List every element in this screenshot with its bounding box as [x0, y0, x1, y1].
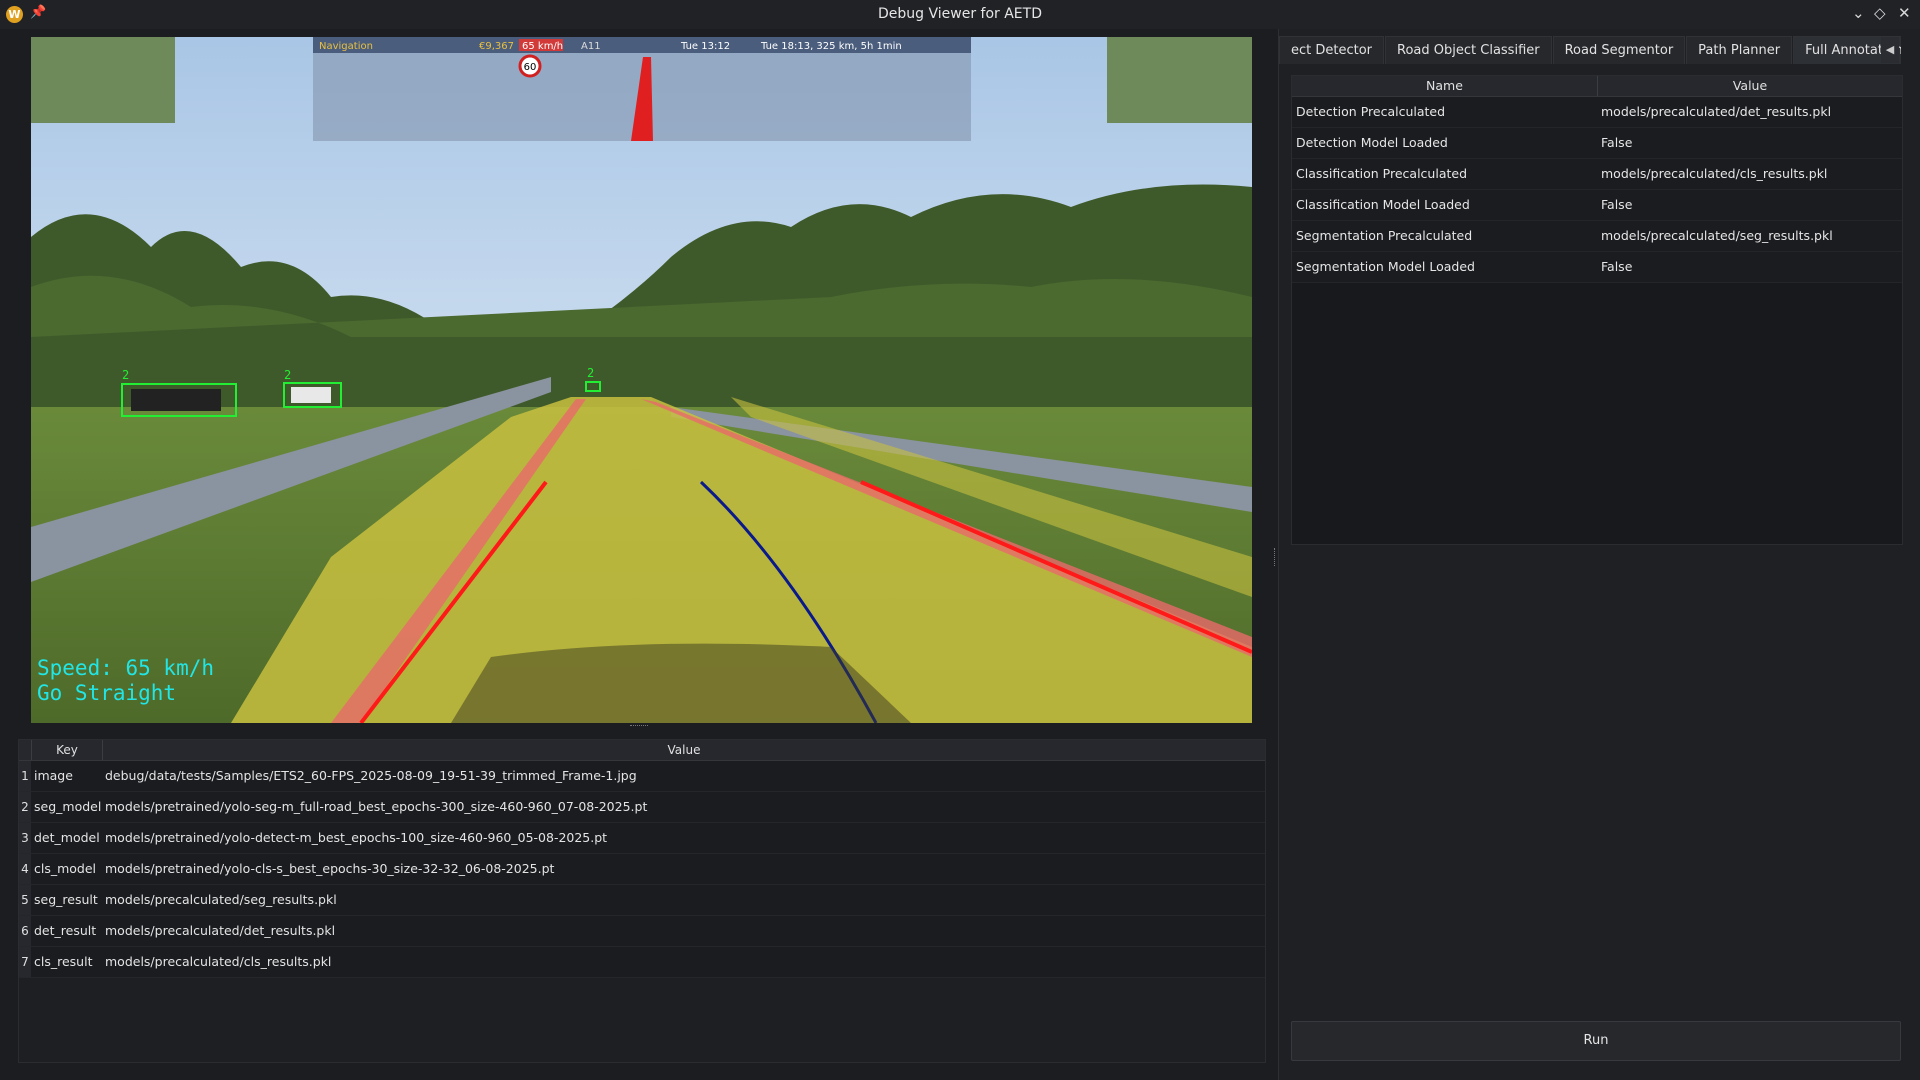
row-key: image	[34, 768, 73, 783]
table-row[interactable]: Classification Model Loaded False	[1292, 190, 1902, 221]
kv-table-header: Key Value	[19, 740, 1265, 761]
frame-canvas: Navigation €9,367 65 km/h A11 Tue 13:12 …	[31, 37, 1252, 723]
row-index: 7	[19, 947, 31, 977]
row-value: debug/data/tests/Samples/ETS2_60-FPS_202…	[105, 768, 637, 783]
params-table-header: Name Value	[1292, 76, 1902, 97]
row-value: models/precalculated/det_results.pkl	[105, 923, 336, 938]
horizontal-scrollbar[interactable]	[18, 1069, 1264, 1079]
param-name: Segmentation Model Loaded	[1296, 259, 1475, 274]
table-row[interactable]: Detection Precalculated models/precalcula…	[1292, 97, 1902, 128]
param-value: False	[1601, 135, 1633, 150]
param-value: False	[1601, 197, 1633, 212]
hud-road: A11	[581, 41, 601, 52]
kv-header-value[interactable]: Value	[103, 740, 1265, 760]
row-value: models/precalculated/seg_results.pkl	[105, 892, 337, 907]
param-name: Detection Precalculated	[1296, 104, 1446, 119]
speed-overlay-text: Speed: 65 km/h	[37, 656, 214, 680]
table-row[interactable]: 3 det_model models/pretrained/yolo-detect-…	[19, 823, 1265, 854]
detected-car	[131, 389, 221, 411]
row-index: 3	[19, 823, 31, 853]
param-name: Classification Precalculated	[1296, 166, 1468, 181]
maximize-icon[interactable]: ◇	[1874, 4, 1886, 22]
tab-scroll-left-icon[interactable]: ◀	[1881, 37, 1899, 63]
table-row[interactable]: Classification Precalculated models/preca…	[1292, 159, 1902, 190]
table-row[interactable]: Segmentation Model Loaded False	[1292, 252, 1902, 283]
run-button[interactable]: Run	[1291, 1021, 1901, 1061]
params-header-value[interactable]: Value	[1598, 76, 1902, 96]
table-row[interactable]: 2 seg_model models/pretrained/yolo-seg-m_f…	[19, 792, 1265, 823]
hud-speed-badge: 65 km/h	[522, 41, 563, 52]
table-row[interactable]: 4 cls_model models/pretrained/yolo-cls-s_b…	[19, 854, 1265, 885]
table-row[interactable]: 1 image debug/data/tests/Samples/ETS2_60-F…	[19, 761, 1265, 792]
table-row[interactable]: 6 det_result models/precalculated/det_resu…	[19, 916, 1265, 947]
tab-object-detector[interactable]: ect Detector	[1279, 36, 1385, 64]
row-key: cls_result	[34, 954, 93, 969]
close-icon[interactable]: ✕	[1898, 4, 1911, 22]
params-header-name[interactable]: Name	[1292, 76, 1598, 96]
kv-header-key[interactable]: Key	[32, 740, 103, 760]
row-key: det_model	[34, 830, 100, 845]
row-key: seg_model	[34, 799, 102, 814]
detected-car	[291, 387, 331, 403]
param-value: models/precalculated/det_results.pkl	[1601, 104, 1832, 119]
table-row[interactable]: Segmentation Precalculated models/precalc…	[1292, 221, 1902, 252]
row-index: 1	[19, 761, 31, 791]
hud-time: Tue 13:12	[680, 41, 730, 52]
left-mirror	[31, 37, 175, 123]
annotated-frame: Navigation €9,367 65 km/h A11 Tue 13:12 …	[31, 37, 1252, 723]
left-panel: Navigation €9,367 65 km/h A11 Tue 13:12 …	[0, 29, 1270, 1080]
tab-bar: ect Detector Road Object Classifier Road S…	[1279, 36, 1901, 64]
detection-label: 2	[284, 368, 291, 382]
direction-overlay-text: Go Straight	[37, 681, 176, 705]
row-key: seg_result	[34, 892, 98, 907]
table-row[interactable]: 5 seg_result models/precalculated/seg_resu…	[19, 885, 1265, 916]
right-panel: ect Detector Road Object Classifier Road S…	[1278, 29, 1920, 1080]
row-index: 5	[19, 885, 31, 915]
param-name: Classification Model Loaded	[1296, 197, 1470, 212]
vertical-splitter-handle[interactable]	[630, 725, 648, 729]
row-value: models/precalculated/cls_results.pkl	[105, 954, 332, 969]
row-index: 6	[19, 916, 31, 946]
table-row[interactable]: Detection Model Loaded False	[1292, 128, 1902, 159]
speed-limit-value: 60	[524, 62, 537, 73]
hud-nav-label: Navigation	[319, 41, 373, 52]
row-index: 4	[19, 854, 31, 884]
pipeline-params-table: Name Value Detection Precalculated models…	[1291, 75, 1903, 545]
table-row[interactable]: 7 cls_result models/precalculated/cls_resu…	[19, 947, 1265, 978]
detection-label: 2	[122, 368, 129, 382]
row-value: models/pretrained/yolo-seg-m_full-road_b…	[105, 799, 648, 814]
param-name: Segmentation Precalculated	[1296, 228, 1473, 243]
detection-label: 2	[587, 366, 594, 380]
param-value: models/precalculated/cls_results.pkl	[1601, 166, 1828, 181]
tab-road-segmentor[interactable]: Road Segmentor	[1552, 36, 1686, 64]
tab-path-planner[interactable]: Path Planner	[1686, 36, 1793, 64]
parameters-kv-table: Key Value 1 image debug/data/tests/Samples…	[18, 739, 1266, 1063]
minimize-icon[interactable]: ⌄	[1852, 4, 1865, 22]
row-value: models/pretrained/yolo-cls-s_best_epochs…	[105, 861, 555, 876]
right-mirror	[1107, 37, 1252, 123]
param-value: models/precalculated/seg_results.pkl	[1601, 228, 1833, 243]
param-name: Detection Model Loaded	[1296, 135, 1448, 150]
param-value: False	[1601, 259, 1633, 274]
title-bar: W 📌 Debug Viewer for AETD ⌄ ◇ ✕	[0, 0, 1920, 29]
row-value: models/pretrained/yolo-detect-m_best_epo…	[105, 830, 608, 845]
hud-destination: Tue 18:13, 325 km, 5h 1min	[760, 41, 902, 52]
row-index: 2	[19, 792, 31, 822]
row-key: cls_model	[34, 861, 97, 876]
hud-money: €9,367	[479, 41, 514, 52]
row-key: det_result	[34, 923, 97, 938]
window-title: Debug Viewer for AETD	[878, 6, 1042, 22]
tab-road-object-classifier[interactable]: Road Object Classifier	[1385, 36, 1552, 64]
